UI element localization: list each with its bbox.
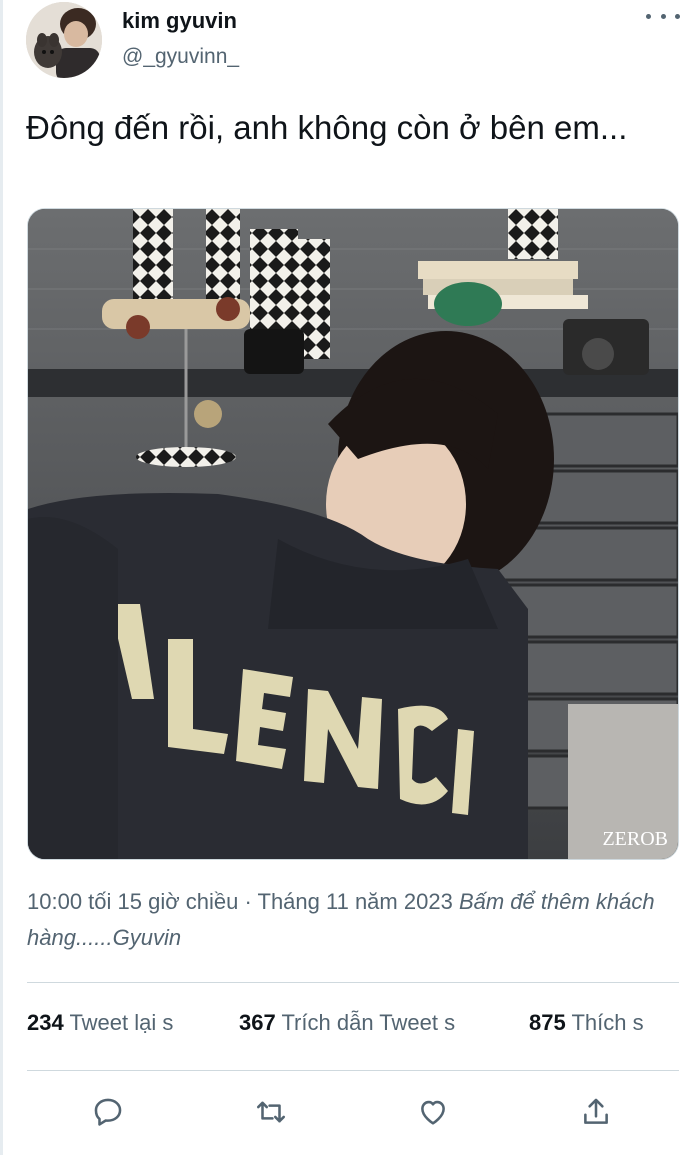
tweet-text: Đông đến rồi, anh không còn ở bên em... xyxy=(26,109,628,146)
likes-count: 875 xyxy=(529,1010,566,1035)
quotes-stat[interactable]: 367 Trích dẫn Tweet s xyxy=(239,1010,455,1036)
engagement-stats: 234 Tweet lại s 367 Trích dẫn Tweet s 87… xyxy=(27,1010,679,1044)
author-handle[interactable]: @_gyuvinn_ xyxy=(122,45,239,69)
dot xyxy=(675,13,680,19)
reply-button[interactable] xyxy=(84,1088,132,1136)
photo-illustration: ZEROB xyxy=(28,209,678,859)
photo-watermark: ZEROB xyxy=(602,828,668,850)
left-border xyxy=(0,0,3,1155)
retweets-count: 234 xyxy=(27,1010,64,1035)
dot xyxy=(660,13,666,19)
likes-label: Thích s xyxy=(571,1010,644,1035)
dot xyxy=(646,13,651,19)
share-button[interactable] xyxy=(572,1088,620,1136)
retweets-label: Tweet lại s xyxy=(69,1010,174,1035)
tweet-photo[interactable]: ZEROB xyxy=(27,208,679,860)
share-icon xyxy=(584,1098,608,1124)
reply-icon xyxy=(94,1098,122,1126)
more-options-icon[interactable] xyxy=(646,4,680,28)
author-display-name[interactable]: kim gyuvin xyxy=(122,8,237,34)
retweet-button[interactable] xyxy=(247,1088,295,1136)
divider xyxy=(27,1070,679,1071)
quotes-count: 367 xyxy=(239,1010,276,1035)
heart-icon xyxy=(421,1100,445,1125)
likes-stat[interactable]: 875 Thích s xyxy=(529,1010,644,1036)
like-button[interactable] xyxy=(409,1088,457,1136)
tweet-metadata: 10:00 tối 15 giờ chiều · Tháng 11 năm 20… xyxy=(27,884,667,956)
retweets-stat[interactable]: 234 Tweet lại s xyxy=(27,1010,173,1036)
retweet-icon xyxy=(256,1101,286,1123)
tweet-actions xyxy=(27,1088,679,1136)
quotes-label: Trích dẫn Tweet s xyxy=(281,1010,456,1035)
timestamp[interactable]: 10:00 tối 15 giờ chiều · Tháng 11 năm 20… xyxy=(27,889,453,914)
divider xyxy=(27,982,679,983)
avatar[interactable] xyxy=(26,2,102,78)
